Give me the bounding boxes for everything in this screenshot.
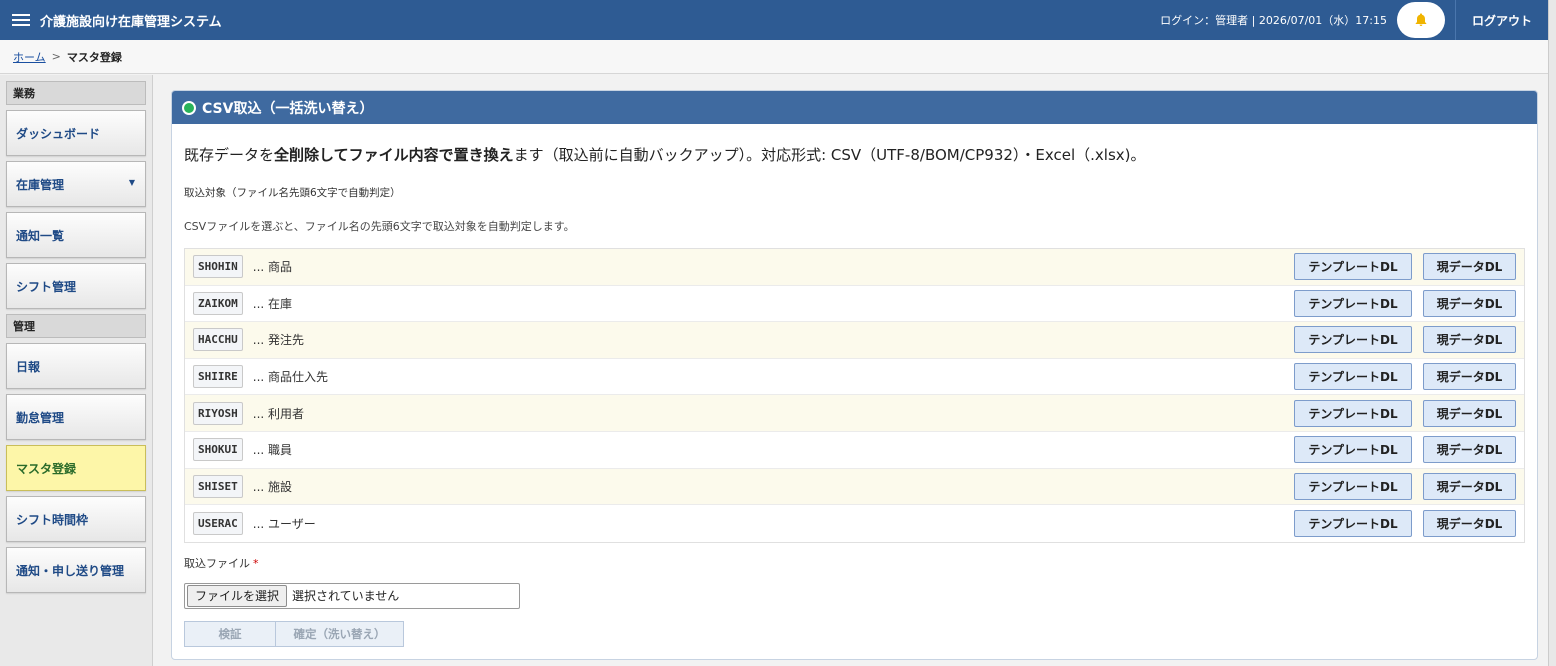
target-code: SHIIRE [193, 365, 243, 389]
table-row: HACCHU ... 発注先 テンプレートDL 現データDL [185, 322, 1524, 359]
breadcrumb-home-link[interactable]: ホーム [13, 49, 46, 65]
target-hint: CSVファイルを選ぶと、ファイル名の先頭6文字で取込対象を自動判定します。 [184, 220, 575, 233]
current-data-download-button[interactable]: 現データDL [1423, 509, 1516, 537]
sidebar-item-shift[interactable]: シフト管理 [6, 263, 146, 309]
target-code: RIYOSH [193, 401, 243, 425]
status-dot-icon [182, 100, 196, 115]
card-body: 既存データを全削除してファイル内容で置き換えます（取込前に自動バックアップ）。対… [172, 144, 1537, 647]
bell-icon [1415, 13, 1427, 26]
sidebar: 業務 ダッシュボード 在庫管理 ▼ 通知一覧 シフト管理 管理 日報 勤怠管理 … [0, 75, 153, 666]
required-mark: * [253, 556, 259, 570]
target-desc: ... 職員 [252, 443, 293, 458]
app-title: 介護施設向け在庫管理システム [40, 14, 222, 30]
target-desc: ... 発注先 [252, 333, 305, 348]
file-label: 取込ファイル * [184, 555, 1525, 571]
card-title: CSV取込（一括洗い替え） [202, 100, 374, 117]
file-status: 選択されていません [292, 589, 400, 604]
template-download-button[interactable]: テンプレートDL [1294, 326, 1412, 354]
target-code: SHOHIN [193, 255, 243, 279]
lead-post: ます（取込前に自動バックアップ）。対応形式: CSV（UTF-8/BOM/CP9… [513, 146, 1146, 164]
template-download-button[interactable]: テンプレートDL [1294, 253, 1412, 281]
file-input[interactable]: ファイルを選択 選択されていません [184, 582, 520, 609]
template-download-button[interactable]: テンプレートDL [1294, 436, 1412, 464]
current-data-download-button[interactable]: 現データDL [1423, 289, 1516, 317]
template-download-button[interactable]: テンプレートDL [1294, 363, 1412, 391]
breadcrumb-current: マスタ登録 [66, 50, 122, 64]
table-row: SHOHIN ... 商品 テンプレートDL 現データDL [185, 249, 1524, 286]
sidebar-item-dashboard[interactable]: ダッシュボード [6, 110, 146, 156]
sidebar-group-operations: 業務 [6, 81, 146, 105]
breadcrumb: ホーム > マスタ登録 [0, 40, 1548, 74]
sidebar-item-handover[interactable]: 通知・申し送り管理 [6, 547, 146, 593]
choose-file-button[interactable]: ファイルを選択 [187, 584, 288, 607]
hamburger-menu-icon[interactable] [12, 14, 30, 26]
sidebar-item-shift-slots[interactable]: シフト時間枠 [6, 496, 146, 542]
current-data-download-button[interactable]: 現データDL [1423, 436, 1516, 464]
template-download-button[interactable]: テンプレートDL [1294, 289, 1412, 317]
table-row: ZAIKOM ... 在庫 テンプレートDL 現データDL [185, 285, 1524, 323]
target-desc: ... 在庫 [252, 296, 293, 311]
sidebar-item-label: ダッシュボード [16, 126, 101, 141]
target-desc: ... 施設 [252, 479, 293, 494]
table-row: SHIIRE ... 商品仕入先 テンプレートDL 現データDL [185, 358, 1524, 396]
sidebar-item-attendance[interactable]: 勤怠管理 [6, 394, 146, 440]
breadcrumb-separator: > [51, 50, 61, 63]
logout-button[interactable]: ログアウト [1454, 0, 1548, 40]
sidebar-item-label: 勤怠管理 [16, 410, 65, 425]
current-data-download-button[interactable]: 現データDL [1423, 399, 1516, 427]
target-label: 取込対象（ファイル名先頭6文字で自動判定） [184, 187, 401, 199]
chevron-down-icon: ▼ [128, 178, 135, 187]
file-label-text: 取込ファイル [184, 556, 250, 570]
sidebar-item-label: 通知一覧 [16, 228, 65, 243]
verify-button[interactable]: 検証 [184, 620, 276, 647]
card-header: CSV取込（一括洗い替え） [172, 91, 1537, 124]
current-data-download-button[interactable]: 現データDL [1423, 472, 1516, 500]
current-data-download-button[interactable]: 現データDL [1423, 363, 1516, 391]
sidebar-item-notifications[interactable]: 通知一覧 [6, 212, 146, 258]
target-code: USERAC [193, 511, 243, 535]
sidebar-item-label: マスタ登録 [16, 461, 77, 476]
action-buttons: 検証 確定（洗い替え） [184, 620, 1525, 647]
table-row: RIYOSH ... 利用者 テンプレートDL 現データDL [185, 395, 1524, 432]
target-code: SHOKUI [193, 438, 243, 462]
lead-bold: 全削除してファイル内容で置き換え [274, 146, 514, 164]
table-row: SHOKUI ... 職員 テンプレートDL 現データDL [185, 431, 1524, 469]
target-desc: ... 商品 [252, 260, 293, 275]
current-data-download-button[interactable]: 現データDL [1423, 326, 1516, 354]
sidebar-item-label: 在庫管理 [16, 177, 65, 192]
sidebar-item-label: 日報 [16, 359, 41, 374]
notification-bell-button[interactable] [1396, 2, 1445, 38]
target-desc: ... ユーザー [252, 516, 316, 531]
commit-replace-button[interactable]: 確定（洗い替え） [276, 620, 404, 647]
csv-import-card: CSV取込（一括洗い替え） 既存データを全削除してファイル内容で置き換えます（取… [171, 90, 1538, 660]
sidebar-item-daily-report[interactable]: 日報 [6, 343, 146, 389]
login-info: ログイン：管理者 | 2026/07/01（水）17:15 [1160, 14, 1387, 27]
current-data-download-button[interactable]: 現データDL [1423, 253, 1516, 281]
template-download-button[interactable]: テンプレートDL [1294, 472, 1412, 500]
target-code: HACCHU [193, 328, 243, 352]
target-list: SHOHIN ... 商品 テンプレートDL 現データDL ZAIKOM ...… [184, 248, 1525, 543]
sidebar-item-label: シフト管理 [16, 279, 77, 294]
target-desc: ... 商品仕入先 [252, 370, 329, 385]
import-description: 既存データを全削除してファイル内容で置き換えます（取込前に自動バックアップ）。対… [184, 144, 1525, 165]
table-row: SHISET ... 施設 テンプレートDL 現データDL [185, 468, 1524, 506]
table-row: USERAC ... ユーザー テンプレートDL 現データDL [185, 505, 1524, 542]
app-header: 介護施設向け在庫管理システム ログイン：管理者 | 2026/07/01（水）1… [0, 0, 1548, 40]
sidebar-item-label: 通知・申し送り管理 [16, 563, 125, 578]
target-desc: ... 利用者 [252, 406, 305, 421]
page-scrollbar[interactable] [1548, 0, 1556, 666]
sidebar-group-admin: 管理 [6, 314, 146, 338]
template-download-button[interactable]: テンプレートDL [1294, 399, 1412, 427]
sidebar-item-master[interactable]: マスタ登録 [6, 445, 146, 491]
lead-pre: 既存データを [184, 146, 275, 164]
template-download-button[interactable]: テンプレートDL [1294, 509, 1412, 537]
sidebar-item-label: シフト時間枠 [16, 512, 89, 527]
header-right: ログイン：管理者 | 2026/07/01（水）17:15 ログアウト [1160, 0, 1548, 40]
sidebar-item-inventory[interactable]: 在庫管理 ▼ [6, 161, 146, 207]
target-code: ZAIKOM [193, 291, 243, 315]
target-code: SHISET [193, 474, 243, 498]
